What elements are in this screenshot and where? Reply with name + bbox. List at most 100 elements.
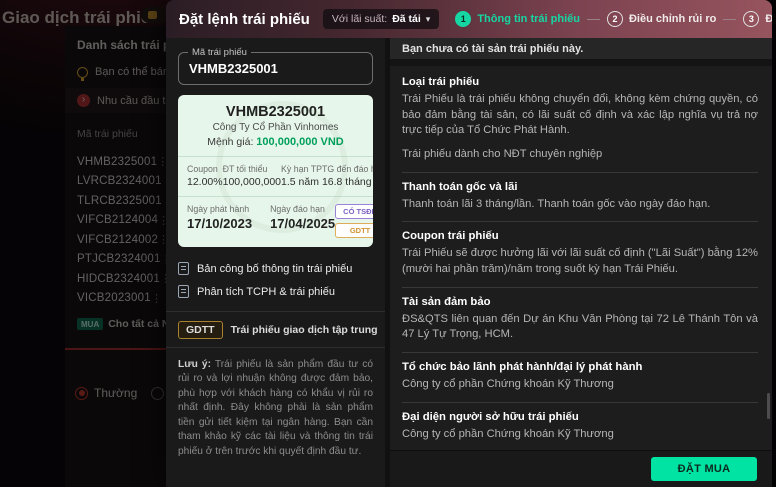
- bond-code: PTJCB2324001: [77, 253, 161, 266]
- investment-demand-row[interactable]: › Nhu cầu đầu tư: Đ: [65, 88, 166, 113]
- issue-date-value: 17/10/2023: [187, 216, 253, 231]
- section-title: Coupon trái phiếu: [402, 230, 499, 243]
- gdtt-badge: GDTT: [335, 223, 373, 238]
- step-connector: [586, 18, 600, 20]
- section-body: Công ty cổ phần Chứng khoán Kỹ Thương: [402, 427, 614, 440]
- radio-icon: [151, 386, 165, 400]
- bond-list-item[interactable]: PTJCB2324001 ⋮: [77, 250, 166, 270]
- bond-code: VICB2023001: [77, 292, 151, 305]
- detail-section: Loại trái phiếu Trái Phiếu là trái phiếu…: [402, 68, 758, 173]
- rate-dropdown-label: Với lãi suất:: [331, 13, 388, 25]
- bond-list-item[interactable]: VIFCB2124004 ⋮: [77, 211, 166, 231]
- rate-dropdown-value: Đã tái: [392, 13, 421, 25]
- bond-list-item[interactable]: VICB2023001 ⋮: [77, 289, 162, 309]
- more-menu-icon[interactable]: ⋮: [157, 155, 166, 168]
- more-menu-icon[interactable]: ⋮: [158, 233, 166, 246]
- bond-code: LVRCB2324001: [77, 175, 162, 188]
- bond-code: VHMB2325001: [77, 155, 158, 168]
- document-link[interactable]: Phân tích TCPH & trái phiếu: [178, 280, 373, 303]
- bond-code: TLRCB2325001: [77, 194, 162, 207]
- bond-code: HIDCB2324001: [77, 272, 160, 285]
- stat-value: 16.8 tháng: [321, 176, 372, 188]
- modal-footer: ĐẶT MUA: [390, 450, 772, 487]
- chevron-right-icon: ›: [77, 94, 90, 107]
- place-order-modal: Đặt lệnh trái phiếu Với lãi suất: Đã tái…: [166, 0, 772, 487]
- step-number: 2: [606, 11, 623, 27]
- more-menu-icon[interactable]: ⋮: [151, 292, 162, 305]
- bond-list-item[interactable]: VHMB2325001 ⋮: [77, 152, 166, 172]
- sell-tip-row[interactable]: Bạn có thể bán trái: [77, 66, 166, 81]
- divider: [166, 347, 385, 348]
- detail-section: Coupon trái phiếu Trái Phiếu sẽ được hưở…: [402, 222, 758, 288]
- lightbulb-icon: [77, 66, 88, 81]
- par-value: 100,000,000 VND: [256, 136, 344, 148]
- chevron-down-icon: ▾: [425, 13, 431, 24]
- bond-card-dates: Ngày phát hành 17/10/2023 Ngày đáo hạn 1…: [178, 197, 373, 247]
- divider: [166, 311, 385, 312]
- filter-label: Cho tất cả NĐT: [108, 318, 166, 330]
- bond-list-item[interactable]: LVRCB2324001 ⋮: [77, 172, 166, 192]
- par-label: Mệnh giá:: [207, 136, 254, 148]
- sell-tip-text: Bạn có thể bán trái: [95, 66, 166, 78]
- stepper-step: 1 Thông tin trái phiếu: [455, 11, 580, 27]
- detail-section: Thanh toán gốc và lãi Thanh toán lãi 3 t…: [402, 173, 758, 223]
- note-text: Trái phiếu là sản phẩm đầu tư có rủi ro …: [178, 359, 373, 457]
- document-icon: [178, 285, 189, 298]
- no-asset-notice: Bạn chưa có tài sản trái phiếu này.: [390, 38, 772, 59]
- section-body: Công ty cổ phần Chứng khoán Kỹ Thương: [402, 378, 614, 391]
- bond-stat: Kỳ hạn TP 1.5 năm: [281, 164, 322, 188]
- bond-details-content: Loại trái phiếu Trái Phiếu là trái phiếu…: [390, 66, 772, 450]
- section-body-2: Trái phiếu dành cho NĐT chuyên nghiệp: [402, 148, 603, 161]
- section-body: Trái Phiếu là trái phiếu không chuyển đổ…: [402, 93, 758, 137]
- maturity-date-label: Ngày đáo hạn: [270, 204, 325, 214]
- bond-card-issuer: Công Ty Cổ Phần Vinhomes: [212, 122, 339, 133]
- section-body: Thanh toán lãi 3 tháng/lần. Thanh toán g…: [402, 197, 711, 210]
- document-link-label: Bản công bố thông tin trái phiếu: [197, 262, 353, 275]
- screen: Giao dịch trái phiếu iBond Danh sách trá…: [0, 0, 776, 487]
- issue-date-label: Ngày phát hành: [187, 204, 250, 214]
- section-title: Tài sản đảm bảo: [402, 295, 491, 308]
- collateral-badge: CÓ TSĐB: [335, 204, 373, 219]
- stat-label: ĐT tối thiểu: [222, 164, 268, 174]
- step-label: Thông tin trái phiếu: [477, 13, 580, 25]
- section-body: Trái Phiếu sẽ được hưởng lãi với lãi suấ…: [402, 247, 758, 276]
- order-type-radio-group: Thường Thỏa: [75, 386, 166, 400]
- filter-badge[interactable]: MUA Cho tất cả NĐT: [77, 318, 166, 330]
- bond-list-item[interactable]: HIDCB2324001 ⋮: [77, 269, 166, 289]
- bond-list-item[interactable]: TLRCB2325001 ⋮: [77, 191, 166, 211]
- stat-value: 1.5 năm: [281, 176, 319, 188]
- bond-code: VIFCB2124002: [77, 233, 159, 246]
- note-label: Lưu ý:: [178, 359, 211, 370]
- stat-label: TG đến đáo hạn: [321, 164, 373, 174]
- step-label: Điều chỉnh rủi ro: [628, 13, 717, 25]
- gdtt-info-row: GDTT Trái phiếu giao dịch tập trung: [178, 321, 378, 339]
- rate-dropdown[interactable]: Với lãi suất: Đã tái ▾: [322, 9, 440, 29]
- investment-demand-text: Nhu cầu đầu tư: Đ: [97, 94, 166, 107]
- disclaimer-note: Lưu ý: Trái phiếu là sản phẩm đầu tư có …: [178, 358, 373, 459]
- gdtt-tag: GDTT: [178, 321, 223, 339]
- document-icon: [178, 262, 189, 275]
- more-menu-icon[interactable]: ⋮: [158, 214, 166, 227]
- column-header-bond-code: Mã trái phiếu: [77, 128, 138, 140]
- scrollbar-thumb[interactable]: [767, 393, 770, 419]
- bond-card-badges: CÓ TSĐB GDTT: [335, 204, 373, 238]
- step-number: 1: [455, 11, 472, 27]
- order-type-radio[interactable]: Thường: [75, 386, 137, 400]
- filter-badges-row: MUA Cho tất cả NĐT MUA C: [77, 318, 166, 330]
- document-link-label: Phân tích TCPH & trái phiếu: [197, 285, 335, 298]
- buy-button[interactable]: ĐẶT MUA: [651, 457, 757, 481]
- order-type-radio[interactable]: Thỏa: [151, 386, 166, 400]
- document-link[interactable]: Bản công bố thông tin trái phiếu: [178, 257, 373, 280]
- order-stepper: 1 Thông tin trái phiếu 2 Điều chỉnh rủi …: [455, 11, 772, 27]
- maturity-date-col: Ngày đáo hạn 17/04/2025: [270, 204, 335, 231]
- bond-card-code: VHMB2325001: [225, 104, 326, 120]
- bond-card-par: Mệnh giá: 100,000,000 VND: [186, 136, 365, 148]
- step-connector: [723, 18, 737, 20]
- bond-code-field-label: Mã trái phiếu: [188, 47, 251, 58]
- radio-icon: [75, 386, 88, 400]
- stat-value: 100,000,000: [222, 176, 282, 188]
- document-links: Bản công bố thông tin trái phiếu Phân tí…: [178, 257, 373, 303]
- bond-list: VHMB2325001 ⋮ LVRCB2324001 ⋮ TLRCB232500…: [77, 152, 166, 309]
- bond-list-item[interactable]: VIFCB2124002 ⋮: [77, 230, 166, 250]
- gap: [390, 59, 772, 66]
